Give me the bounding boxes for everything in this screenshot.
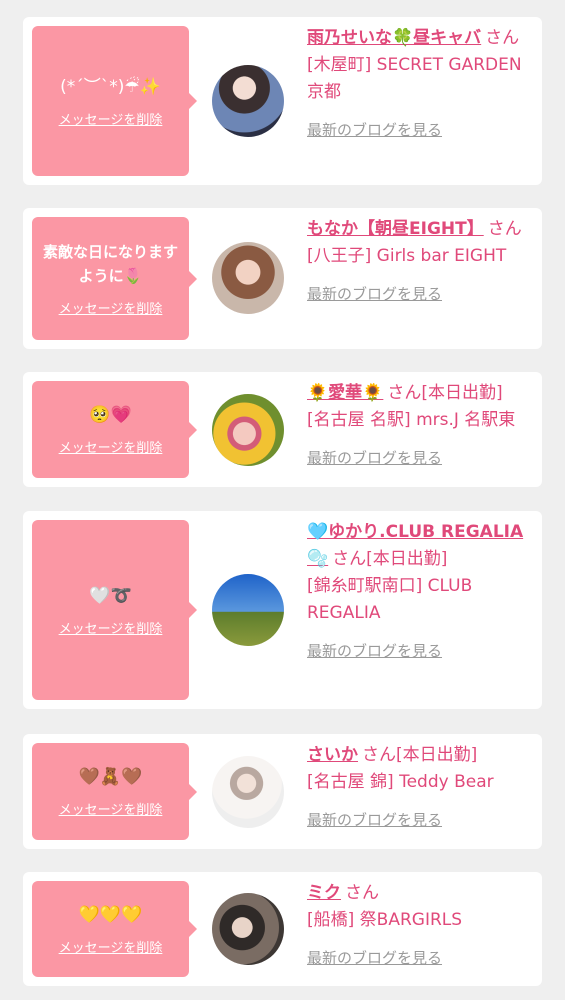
latest-blog-link[interactable]: 最新のブログを見る	[307, 810, 535, 830]
shop-info: [名古屋 名駅] mrs.J 名駅東	[307, 410, 516, 430]
honorific: さん	[387, 383, 422, 403]
cast-name-link[interactable]: もなか【朝昼EIGHT】	[307, 219, 484, 239]
message-bubble: 素敵な日になりますように🌷 メッセージを削除	[32, 217, 197, 340]
message-bubble: 🤍➰ メッセージを削除	[32, 520, 197, 700]
cast-name-link[interactable]: 雨乃せいな🍀昼キャバ	[307, 28, 481, 48]
cast-name-link[interactable]: 🌻愛華🌻	[307, 383, 383, 403]
honorific: さん	[487, 219, 522, 239]
honorific: さん	[345, 883, 379, 903]
honorific: さん	[362, 745, 396, 765]
avatar[interactable]	[212, 394, 284, 466]
shop-info: [船橋] 祭BARGIRLS	[307, 910, 463, 930]
delete-message-link[interactable]: メッセージを削除	[59, 937, 163, 956]
latest-blog-link[interactable]: 最新のブログを見る	[307, 284, 535, 304]
avatar[interactable]	[212, 65, 284, 137]
latest-blog-link[interactable]: 最新のブログを見る	[307, 641, 535, 661]
message-text: 🤎🧸🤎	[78, 767, 143, 787]
shop-info: [木屋町] SECRET GARDEN 京都	[307, 55, 522, 102]
message-text: (*´︶`*)☔✨	[60, 76, 161, 97]
shop-info: [名古屋 錦] Teddy Bear	[307, 772, 494, 792]
attendance-status: [本日出勤]	[421, 383, 503, 403]
message-card: (*´︶`*)☔✨ メッセージを削除 雨乃せいな🍀昼キャバ さん [木屋町] SE…	[23, 17, 542, 185]
attendance-status: [本日出勤]	[366, 549, 448, 569]
message-card: 素敵な日になりますように🌷 メッセージを削除 もなか【朝昼EIGHT】 さん [八…	[23, 208, 542, 349]
message-card: 💛💛💛 メッセージを削除 ミク さん [船橋] 祭BARGIRLS 最新のブログを…	[23, 872, 542, 986]
message-card: 🤎🧸🤎 メッセージを削除 さいか さん[本日出勤] [名古屋 錦] Teddy B…	[23, 734, 542, 849]
message-text: 💛💛💛	[78, 904, 143, 925]
delete-message-link[interactable]: メッセージを削除	[59, 109, 163, 128]
avatar[interactable]	[212, 574, 284, 646]
message-text: 🥺💗	[89, 405, 132, 425]
message-card: 🥺💗 メッセージを削除 🌻愛華🌻 さん[本日出勤] [名古屋 名駅] mrs.J …	[23, 372, 542, 487]
message-text: 素敵な日になりますように🌷	[42, 243, 178, 285]
shop-info: [八王子] Girls bar EIGHT	[307, 246, 507, 266]
message-bubble: 🤎🧸🤎 メッセージを削除	[32, 743, 197, 840]
message-bubble: (*´︶`*)☔✨ メッセージを削除	[32, 26, 197, 176]
latest-blog-link[interactable]: 最新のブログを見る	[307, 948, 535, 968]
latest-blog-link[interactable]: 最新のブログを見る	[307, 120, 535, 140]
attendance-status: [本日出勤]	[396, 745, 478, 765]
cast-name-link[interactable]: ミク	[307, 883, 341, 903]
avatar[interactable]	[212, 893, 284, 965]
shop-info: [錦糸町駅南口] CLUB REGALIA	[307, 576, 473, 623]
delete-message-link[interactable]: メッセージを削除	[59, 618, 163, 637]
latest-blog-link[interactable]: 最新のブログを見る	[307, 448, 535, 468]
avatar[interactable]	[212, 756, 284, 828]
message-text: 🤍➰	[89, 585, 132, 606]
message-bubble: 💛💛💛 メッセージを削除	[32, 881, 197, 977]
honorific: さん	[485, 28, 520, 48]
message-card: 🤍➰ メッセージを削除 🩵ゆかり.CLUB REGALIA🫧 さん[本日出勤] […	[23, 511, 542, 709]
delete-message-link[interactable]: メッセージを削除	[59, 799, 163, 818]
delete-message-link[interactable]: メッセージを削除	[59, 298, 163, 317]
message-bubble: 🥺💗 メッセージを削除	[32, 381, 197, 478]
honorific: さん	[332, 549, 367, 569]
delete-message-link[interactable]: メッセージを削除	[59, 437, 163, 456]
cast-name-link[interactable]: さいか	[307, 745, 358, 765]
avatar[interactable]	[212, 242, 284, 314]
